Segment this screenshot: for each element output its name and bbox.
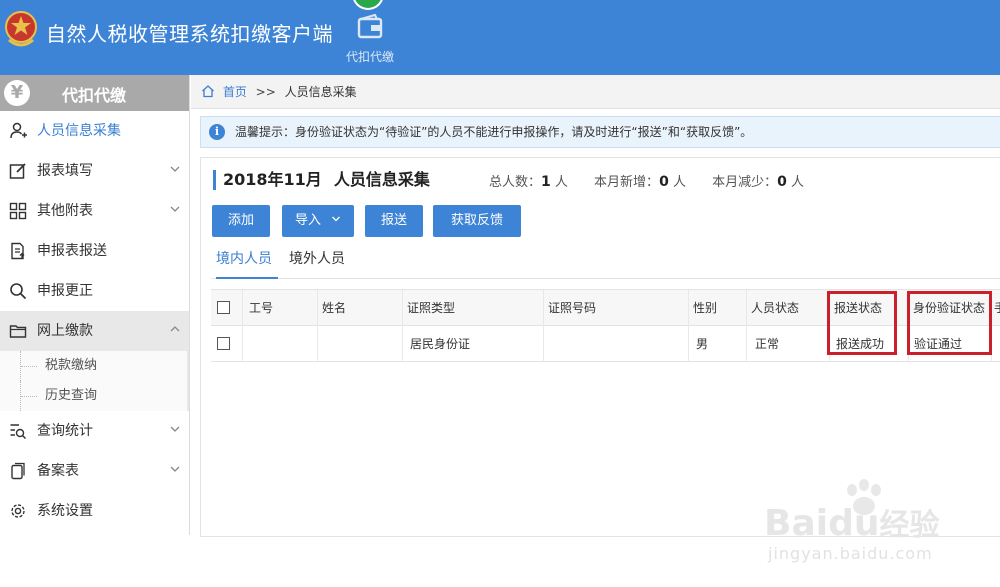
notice-banner: i 温馨提示：身份验证状态为“待验证”的人员不能进行申报操作，请及时进行“报送”… [200, 116, 1000, 148]
cell-truncated [991, 326, 1000, 362]
highlight-box-verify-status [907, 291, 992, 355]
gear-icon [11, 504, 25, 518]
import-dropdown-button[interactable]: 导入 [282, 205, 354, 237]
sidebar-item-label: 系统设置 [37, 503, 93, 519]
col-header-id-number[interactable]: 证照号码 [543, 290, 688, 326]
tab-overseas[interactable]: 境外人员 [289, 244, 351, 279]
cell-name [317, 326, 402, 362]
cell-person-status: 正常 [746, 326, 829, 362]
sidebar-item-person-info[interactable]: 人员信息采集 [0, 111, 189, 151]
person-tabs: 境内人员 境外人员 [211, 244, 1000, 279]
tab-domestic[interactable]: 境内人员 [216, 244, 278, 279]
watermark-brand: Baidu经验 [764, 503, 940, 544]
select-all-checkbox-cell [211, 290, 242, 326]
sidebar-item-report-submit[interactable]: 申报表报送 [0, 231, 189, 271]
cell-employee-no [242, 326, 317, 362]
col-header-id-type[interactable]: 证照类型 [402, 290, 543, 326]
sidebar-item-report-fill[interactable]: 报表填写 [0, 151, 189, 191]
breadcrumb-current: 人员信息采集 [284, 85, 357, 99]
sidebar-item-online-payment[interactable]: 网上缴款 [0, 311, 189, 351]
cell-gender: 男 [688, 326, 746, 362]
sidebar-item-query-stats[interactable]: 查询统计 [0, 411, 189, 451]
notice-text: 温馨提示：身份验证状态为“待验证”的人员不能进行申报操作，请及时进行“报送”和“… [235, 125, 753, 139]
list-search-icon [10, 424, 27, 440]
home-icon[interactable] [201, 84, 215, 98]
sidebar: ¥ 代扣代缴 人员信息采集 报表填写 其他附表 申报表报送 申报更正 网上缴款 … [0, 75, 190, 535]
breadcrumb: 首页 >> 人员信息采集 [191, 75, 1000, 109]
breadcrumb-home-link[interactable]: 首页 [223, 85, 247, 99]
baidu-jingyan-watermark: Baidu经验 jingyan.baidu.com [764, 478, 994, 578]
stat-new-this-month: 本月新增：0 人 [594, 174, 686, 190]
col-header-name[interactable]: 姓名 [317, 290, 402, 326]
sidebar-item-system-settings[interactable]: 系统设置 [0, 491, 189, 531]
person-add-icon [10, 122, 27, 139]
chevron-down-icon [170, 166, 180, 172]
sidebar-item-label: 查询统计 [37, 423, 93, 439]
select-all-checkbox[interactable] [217, 301, 230, 314]
sidebar-item-label: 报表填写 [37, 163, 93, 179]
col-header-gender[interactable]: 性别 [688, 290, 746, 326]
info-icon: i [209, 124, 225, 140]
chevron-up-icon [170, 326, 180, 332]
cell-id-type: 居民身份证 [402, 326, 543, 362]
watermark-url: jingyan.baidu.com [768, 544, 933, 563]
top-nav-label: 代扣代缴 [345, 50, 394, 64]
search-icon [10, 283, 27, 300]
submit-button[interactable]: 报送 [365, 205, 423, 237]
sidebar-subitem-label: 历史查询 [45, 388, 98, 403]
grid-icon [9, 202, 27, 220]
stat-removed-this-month: 本月减少：0 人 [712, 174, 804, 190]
sidebar-item-label: 申报表报送 [37, 243, 107, 259]
breadcrumb-separator: >> [255, 85, 276, 99]
chevron-down-icon [332, 216, 340, 222]
sidebar-item-label: 网上缴款 [37, 323, 93, 339]
highlight-box-submit-status [827, 291, 897, 355]
col-header-truncated[interactable]: 手 [991, 290, 1000, 326]
add-button[interactable]: 添加 [212, 205, 270, 237]
page-title-text: 人员信息采集 [333, 170, 430, 189]
app-header: 自然人税收管理系统扣缴客户端 代扣代缴 [0, 0, 1000, 75]
cell-id-number [543, 326, 688, 362]
sidebar-subitem-history-query[interactable]: 历史查询 [0, 381, 189, 411]
sidebar-header: ¥ 代扣代缴 [0, 75, 189, 111]
sidebar-item-other-schedules[interactable]: 其他附表 [0, 191, 189, 231]
get-feedback-button[interactable]: 获取反馈 [433, 205, 521, 237]
sidebar-item-filing-forms[interactable]: 备案表 [0, 451, 189, 491]
page-title-period: 2018年11月 [223, 170, 322, 189]
row-checkbox-cell [211, 326, 242, 362]
document-upload-icon [11, 242, 25, 260]
app-title: 自然人税收管理系统扣缴客户端 [46, 22, 333, 46]
chevron-down-icon [170, 206, 180, 212]
wallet-icon [357, 13, 383, 39]
col-header-employee-no[interactable]: 工号 [242, 290, 317, 326]
sidebar-item-label: 其他附表 [37, 203, 93, 219]
sidebar-item-report-correction[interactable]: 申报更正 [0, 271, 189, 311]
summary-stats: 总人数：1 人 本月新增：0 人 本月减少：0 人 [489, 171, 826, 190]
yen-icon: ¥ [4, 80, 30, 106]
stat-total: 总人数：1 人 [489, 174, 568, 190]
sidebar-subitem-tax-payment[interactable]: 税款缴纳 [0, 351, 189, 381]
import-button-label: 导入 [294, 213, 321, 228]
col-header-person-status[interactable]: 人员状态 [746, 290, 829, 326]
copy-icon [11, 462, 25, 480]
sidebar-item-label: 人员信息采集 [37, 123, 121, 139]
national-emblem-icon [5, 11, 37, 47]
chevron-down-icon [170, 466, 180, 472]
sidebar-item-label: 备案表 [37, 463, 79, 479]
folder-icon [9, 325, 27, 338]
chevron-down-icon [170, 426, 180, 432]
sidebar-title: 代扣代缴 [62, 86, 127, 105]
page-title: 2018年11月 人员信息采集 [213, 170, 430, 190]
row-checkbox[interactable] [217, 337, 230, 350]
top-nav-withholding[interactable]: 代扣代缴 [338, 8, 402, 70]
edit-icon [9, 163, 26, 179]
sidebar-item-label: 申报更正 [37, 283, 93, 299]
sidebar-subitem-label: 税款缴纳 [45, 358, 98, 373]
